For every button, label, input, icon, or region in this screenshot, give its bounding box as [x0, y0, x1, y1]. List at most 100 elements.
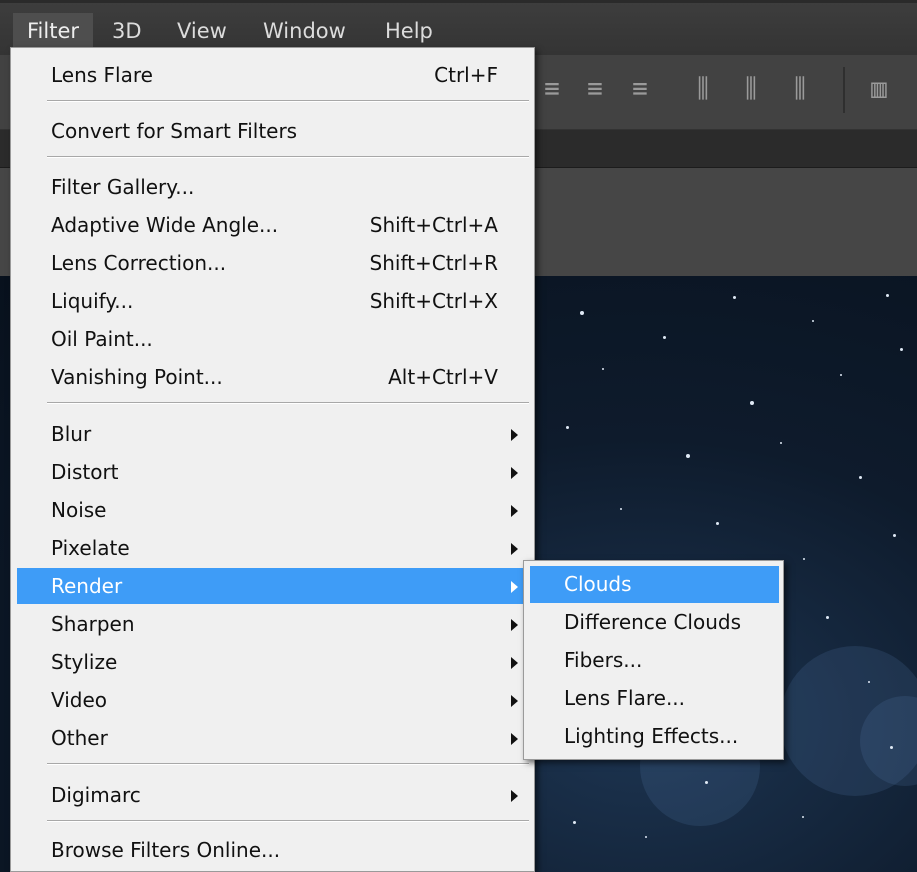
star: [620, 508, 622, 510]
menu-item-label: Video: [51, 688, 108, 712]
star: [890, 746, 893, 749]
shortcut-text: Shift+Ctrl+A: [369, 213, 498, 237]
menu-filter[interactable]: Filter: [13, 13, 94, 51]
submenu-arrow-icon: [511, 695, 518, 707]
menu-item-convert-smart-filters[interactable]: Convert for Smart Filters: [17, 113, 528, 149]
submenu-arrow-icon: [511, 619, 518, 631]
menu-item-label: Stylize: [51, 650, 118, 674]
align-left-edges-icon[interactable]: ⫼: [688, 74, 718, 104]
menu-item-noise[interactable]: Noise: [17, 492, 528, 528]
menu-item-label: Digimarc: [51, 783, 141, 807]
menu-item-label: Sharpen: [51, 612, 135, 636]
menu-item-other[interactable]: Other: [17, 720, 528, 756]
star: [645, 836, 647, 838]
menu-separator: [47, 156, 529, 158]
menu-item-label: Other: [51, 726, 108, 750]
star: [803, 558, 805, 560]
star: [750, 401, 754, 405]
menu-item-filter-gallery[interactable]: Filter Gallery...: [17, 169, 528, 205]
menu-item-render[interactable]: Render: [17, 568, 528, 604]
star: [826, 616, 829, 619]
align-bottom-edges-icon[interactable]: ≡: [625, 74, 655, 104]
align-vertical-centers-icon[interactable]: ≡: [580, 74, 610, 104]
submenu-arrow-icon: [511, 657, 518, 669]
star: [812, 320, 814, 322]
align-horizontal-centers-icon[interactable]: ⫼: [736, 74, 766, 104]
star: [573, 821, 576, 824]
submenu-arrow-icon: [511, 790, 518, 802]
star: [893, 534, 896, 537]
menu-item-label: Pixelate: [51, 536, 130, 560]
menu-item-label: Adaptive Wide Angle...: [51, 213, 279, 237]
menu-item-label: Lens Flare: [51, 63, 153, 87]
menu-item-label: Filter Gallery...: [51, 175, 195, 199]
menu-item-label: Noise: [51, 498, 107, 522]
star: [705, 781, 708, 784]
star: [580, 311, 584, 315]
menu-item-sharpen[interactable]: Sharpen: [17, 606, 528, 642]
submenu-arrow-icon: [511, 733, 518, 745]
menu-item-label: Vanishing Point...: [51, 365, 223, 389]
menu-item-label: Render: [51, 574, 123, 598]
star: [686, 454, 690, 458]
submenu-item-lens-flare[interactable]: Lens Flare...: [530, 680, 779, 717]
options-separator: [843, 67, 845, 113]
menu-window[interactable]: Window: [249, 13, 360, 51]
star: [780, 442, 782, 444]
align-right-edges-icon[interactable]: ⫼: [785, 74, 815, 104]
menu-item-digimarc[interactable]: Digimarc: [17, 777, 528, 813]
menu-item-video[interactable]: Video: [17, 682, 528, 718]
submenu-item-lighting-effects[interactable]: Lighting Effects...: [530, 718, 779, 755]
menu-item-label: Lens Correction...: [51, 251, 227, 275]
menu-help[interactable]: Help: [371, 13, 447, 51]
menu-item-pixelate[interactable]: Pixelate: [17, 530, 528, 566]
star: [868, 681, 870, 683]
menu-item-label: Oil Paint...: [51, 327, 153, 351]
menu-separator: [47, 402, 529, 404]
menu-view[interactable]: View: [163, 13, 241, 51]
menu-item-browse-filters-online[interactable]: Browse Filters Online...: [17, 832, 528, 868]
menu-item-stylize[interactable]: Stylize: [17, 644, 528, 680]
shortcut-text: Ctrl+F: [434, 63, 498, 87]
align-top-edges-icon[interactable]: ≡: [537, 74, 567, 104]
menu-item-oil-paint[interactable]: Oil Paint...: [17, 321, 528, 357]
submenu-arrow-icon: [511, 581, 518, 593]
menu-item-label: Distort: [51, 460, 119, 484]
menu-item-lens-correction[interactable]: Lens Correction... Shift+Ctrl+R: [17, 245, 528, 281]
shortcut-text: Shift+Ctrl+R: [369, 251, 498, 275]
star: [733, 296, 736, 299]
menu-separator: [47, 820, 529, 822]
menu-item-label: Liquify...: [51, 289, 134, 313]
star: [802, 816, 804, 818]
menu-item-distort[interactable]: Distort: [17, 454, 528, 490]
star: [663, 336, 666, 339]
star: [900, 348, 903, 351]
menu-separator: [47, 100, 529, 102]
submenu-item-fibers[interactable]: Fibers...: [530, 642, 779, 679]
submenu-item-clouds[interactable]: Clouds: [530, 566, 779, 603]
star: [602, 368, 604, 370]
menu-item-lens-flare[interactable]: Lens Flare Ctrl+F: [17, 57, 528, 93]
menu-item-blur[interactable]: Blur: [17, 416, 528, 452]
star: [886, 294, 889, 297]
menu-item-label: Browse Filters Online...: [51, 838, 281, 862]
menu-3d[interactable]: 3D: [98, 13, 156, 51]
submenu-arrow-icon: [511, 543, 518, 555]
menu-item-adaptive-wide-angle[interactable]: Adaptive Wide Angle... Shift+Ctrl+A: [17, 207, 528, 243]
menu-item-vanishing-point[interactable]: Vanishing Point... Alt+Ctrl+V: [17, 359, 528, 395]
render-submenu: Clouds Difference Clouds Fibers... Lens …: [523, 560, 784, 760]
submenu-item-difference-clouds[interactable]: Difference Clouds: [530, 604, 779, 641]
shortcut-text: Alt+Ctrl+V: [388, 365, 498, 389]
menu-item-liquify[interactable]: Liquify... Shift+Ctrl+X: [17, 283, 528, 319]
star: [859, 476, 862, 479]
submenu-arrow-icon: [511, 429, 518, 441]
star: [566, 426, 569, 429]
menu-item-label: Blur: [51, 422, 92, 446]
star: [716, 522, 719, 525]
distribute-icon[interactable]: ▥: [864, 74, 894, 104]
menu-separator: [47, 763, 529, 765]
star: [840, 374, 842, 376]
menu-item-label: Convert for Smart Filters: [51, 119, 298, 143]
shortcut-text: Shift+Ctrl+X: [369, 289, 498, 313]
filter-menu: Lens Flare Ctrl+F Convert for Smart Filt…: [10, 47, 535, 872]
